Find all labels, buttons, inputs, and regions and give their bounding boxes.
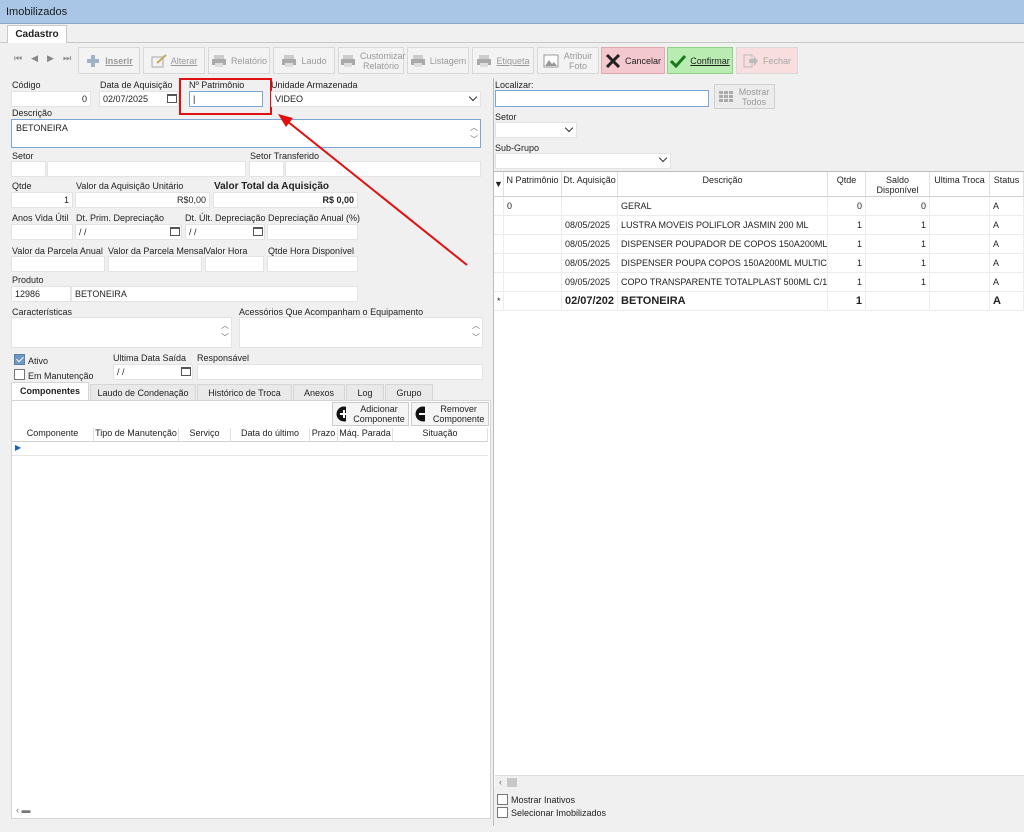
annotation-arrow	[278, 114, 468, 266]
